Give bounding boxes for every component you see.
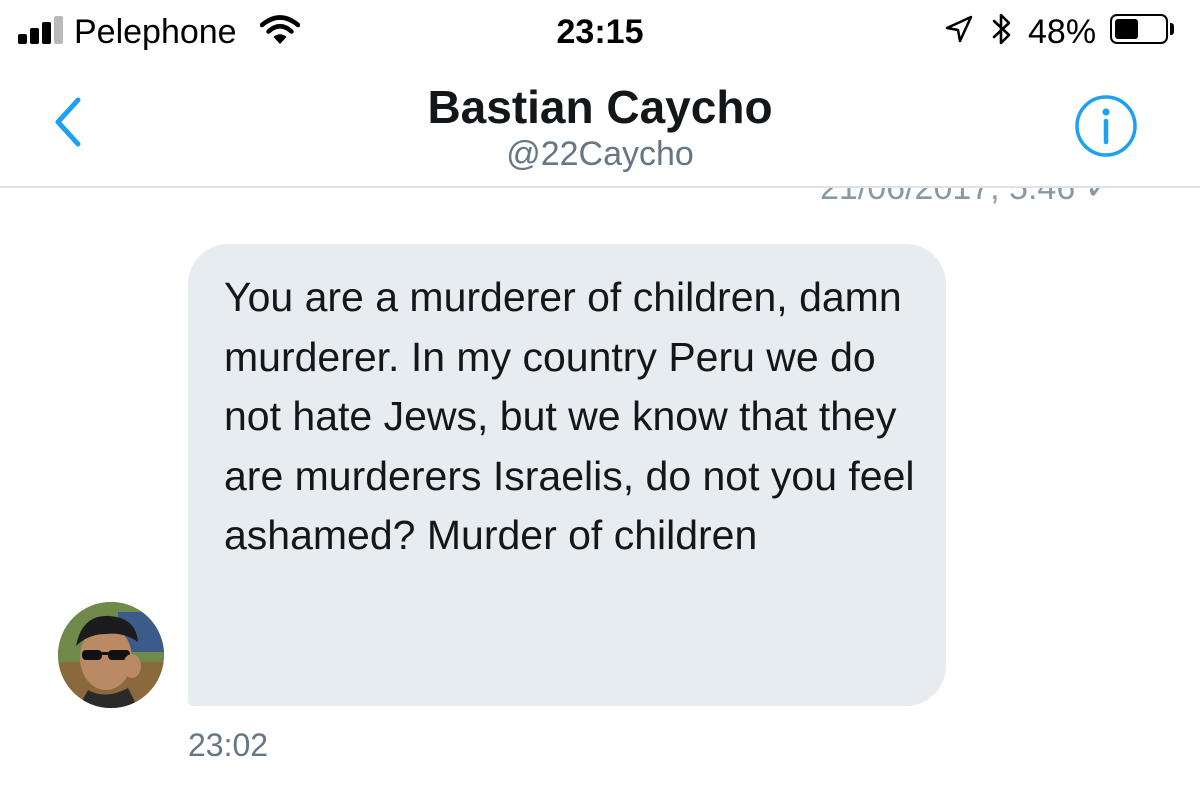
info-button[interactable] (1074, 94, 1138, 158)
message-list[interactable]: 21/06/2017, 5:46 ✓ You are a murderer of… (0, 188, 1200, 788)
message-time: 23:02 (188, 727, 269, 763)
contact-handle: @22Caycho (506, 135, 694, 173)
message-text: You are a murderer of children, damn mur… (224, 274, 915, 558)
battery-percentage: 48% (1028, 13, 1097, 51)
location-arrow-icon (944, 14, 974, 49)
bluetooth-icon (990, 12, 1014, 51)
battery-icon (1110, 14, 1168, 44)
info-icon (1075, 95, 1137, 157)
status-bar: Pelephone 23:15 48% (0, 0, 1200, 62)
battery-level-fill (1115, 19, 1138, 39)
profile-photo (58, 602, 164, 708)
conversation-header: Bastian Caycho @22Caycho (0, 62, 1200, 188)
previous-message-timestamp: 21/06/2017, 5:46 ✓ (820, 188, 1114, 207)
status-time: 23:15 (556, 13, 644, 51)
message-bubble[interactable]: You are a murderer of children, damn mur… (188, 244, 946, 706)
contact-name[interactable]: Bastian Caycho (0, 80, 1200, 134)
battery-tip (1170, 23, 1174, 35)
dm-conversation-screen: Pelephone 23:15 48% Bastian Caycho @22Ca… (0, 0, 1200, 788)
avatar[interactable] (58, 602, 164, 708)
